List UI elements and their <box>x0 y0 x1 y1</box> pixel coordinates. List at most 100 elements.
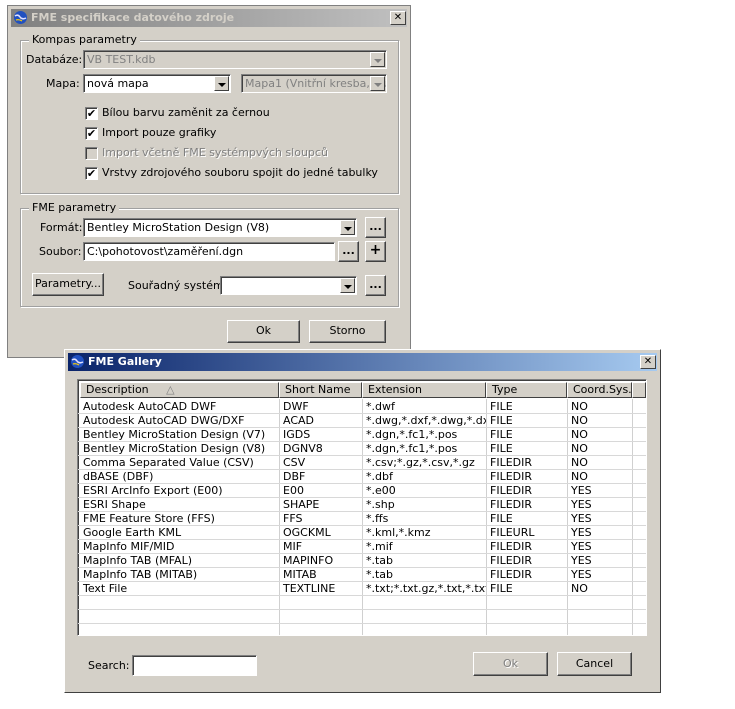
fme-gallery-dialog: FME Gallery ✕ Description △ Short Name E… <box>64 349 661 693</box>
replace-white-checkbox[interactable]: ✔ <box>85 107 98 120</box>
table-cell: Comma Separated Value (CSV) <box>83 456 254 469</box>
table-body: Autodesk AutoCAD DWF DWF *.dwf FILE NO Autode… <box>78 399 646 635</box>
file-input[interactable]: C:\pohotovost\zaměření.dgn <box>83 242 335 261</box>
table-cell: DGNV8 <box>283 442 323 455</box>
ok-button[interactable]: Ok <box>227 320 300 343</box>
table-cell: FILEDIR <box>490 540 533 553</box>
map-select[interactable]: nová mapa <box>83 74 231 93</box>
column-header-filler <box>632 382 646 398</box>
dialog-title: FME Gallery <box>88 355 162 368</box>
table-cell: TEXTLINE <box>283 582 336 595</box>
close-icon[interactable]: ✕ <box>390 11 406 25</box>
column-header-description[interactable]: Description △ <box>80 382 279 398</box>
column-header-label: Description <box>86 383 149 396</box>
coord-system-select[interactable] <box>220 276 357 295</box>
table-row[interactable]: Autodesk AutoCAD DWF DWF *.dwf FILE NO <box>78 400 646 414</box>
table-row[interactable]: FME Feature Store (FFS) FFS *.ffs FILE YES <box>78 512 646 526</box>
format-value: Bentley MicroStation Design (V8) <box>87 221 270 234</box>
table-row[interactable]: MapInfo TAB (MFAL) MAPINFO *.tab FILEDIR YES <box>78 554 646 568</box>
table-row[interactable]: dBASE (DBF) DBF *.dbf FILEDIR NO <box>78 470 646 484</box>
globe-icon <box>14 11 27 24</box>
table-cell: ESRI ArcInfo Export (E00) <box>83 484 223 497</box>
table-row[interactable]: Autodesk AutoCAD DWG/DXF ACAD *.dwg,*.dxf,… <box>78 414 646 428</box>
table-cell: *.dbf <box>366 470 393 483</box>
format-browse-button[interactable]: ... <box>365 217 386 238</box>
table-row[interactable]: Google Earth KML OGCKML *.kml,*.kmz FILEURL… <box>78 526 646 540</box>
column-header-type[interactable]: Type <box>486 382 567 398</box>
system-columns-checkbox <box>85 147 98 160</box>
table-cell: FILEDIR <box>490 568 533 581</box>
table-cell: *.e00 <box>366 484 396 497</box>
fme-spec-dialog: FME specifikace datového zdroje ✕ Kompas… <box>7 5 411 358</box>
add-file-button[interactable]: + <box>365 241 386 262</box>
table-cell: *.dwg,*.dxf,*.dwg,*.dxf <box>366 414 486 427</box>
table-row[interactable]: MapInfo MIF/MID MIF *.mif FILEDIR YES <box>78 540 646 554</box>
table-cell: Autodesk AutoCAD DWG/DXF <box>83 414 245 427</box>
table-cell: *.ffs <box>366 512 389 525</box>
table-cell: *.mif <box>366 540 393 553</box>
dialog-titlebar: FME specifikace datového zdroje ✕ <box>11 9 407 27</box>
table-cell: FILE <box>490 400 513 413</box>
group-label: Kompas parametry <box>29 33 140 46</box>
table-row[interactable]: ESRI Shape SHAPE *.shp FILEDIR YES <box>78 498 646 512</box>
coord-browse-button[interactable]: ... <box>365 275 386 296</box>
merge-layers-label: Vrstvy zdrojového souboru spojit do jedn… <box>102 166 378 179</box>
table-cell: FILEDIR <box>490 554 533 567</box>
table-cell: YES <box>571 498 592 511</box>
column-header-coord-sys[interactable]: Coord.Sys. <box>567 382 632 398</box>
table-cell: NO <box>571 414 588 427</box>
file-label: Soubor: <box>39 245 82 258</box>
table-cell: *.tab <box>366 568 394 581</box>
table-cell: NO <box>571 456 588 469</box>
column-header-short-name[interactable]: Short Name <box>279 382 362 398</box>
table-cell: ACAD <box>283 414 315 427</box>
table-cell: E00 <box>283 484 304 497</box>
cancel-button[interactable]: Cancel <box>557 652 632 676</box>
chevron-down-icon <box>370 52 385 67</box>
table-row[interactable]: MapInfo TAB (MITAB) MITAB *.tab FILEDIR YES <box>78 568 646 582</box>
search-label: Search: <box>88 659 130 672</box>
table-cell: YES <box>571 526 592 539</box>
cancel-button[interactable]: Storno <box>309 320 386 343</box>
table-cell: Autodesk AutoCAD DWF <box>83 400 217 413</box>
system-columns-label: Import včetně FME systémpvých sloupců <box>102 146 328 159</box>
column-header-extension[interactable]: Extension <box>362 382 486 398</box>
table-cell: *.dwf <box>366 400 395 413</box>
table-cell: *.kml,*.kmz <box>366 526 431 539</box>
globe-icon <box>71 355 84 368</box>
table-cell: OGCKML <box>283 526 331 539</box>
table-cell: MapInfo TAB (MFAL) <box>83 554 193 567</box>
search-input[interactable] <box>132 655 257 676</box>
table-row[interactable]: Comma Separated Value (CSV) CSV *.csv;*.gz… <box>78 456 646 470</box>
table-row[interactable]: Bentley MicroStation Design (V7) IGDS *.dg… <box>78 428 646 442</box>
table-row[interactable]: ESRI ArcInfo Export (E00) E00 *.e00 FILEDIR… <box>78 484 646 498</box>
file-browse-button[interactable]: ... <box>338 241 359 262</box>
table-cell: FILEURL <box>490 526 535 539</box>
table-cell: FILEDIR <box>490 456 533 469</box>
table-cell: NO <box>571 428 588 441</box>
graphics-only-checkbox[interactable]: ✔ <box>85 127 98 140</box>
table-cell: FILEDIR <box>490 484 533 497</box>
table-cell: NO <box>571 470 588 483</box>
table-cell: CSV <box>283 456 306 469</box>
format-table[interactable]: Description △ Short Name Extension Type … <box>77 379 647 636</box>
graphics-only-label: Import pouze grafiky <box>102 126 217 139</box>
table-cell: SHAPE <box>283 498 320 511</box>
table-row[interactable]: Bentley MicroStation Design (V8) DGNV8 *.d… <box>78 442 646 456</box>
chevron-down-icon[interactable] <box>340 220 355 235</box>
merge-layers-checkbox[interactable]: ✔ <box>85 167 98 180</box>
table-cell: MapInfo MIF/MID <box>83 540 175 553</box>
dialog-title: FME specifikace datového zdroje <box>31 11 235 24</box>
table-cell: MAPINFO <box>283 554 334 567</box>
table-row[interactable]: Text File TEXTLINE *.txt;*.txt.gz,*.txt,*.… <box>78 582 646 596</box>
chevron-down-icon[interactable] <box>214 76 229 91</box>
chevron-down-icon[interactable] <box>340 278 355 293</box>
table-cell: MIF <box>283 540 303 553</box>
close-icon[interactable]: ✕ <box>640 355 656 369</box>
table-cell: FFS <box>283 512 303 525</box>
map-layer-value: Mapa1 (Vnitřní kresba, Bud <box>245 77 387 90</box>
format-select[interactable]: Bentley MicroStation Design (V8) <box>83 218 357 237</box>
parameters-button[interactable]: Parametry... <box>32 273 104 296</box>
table-cell: YES <box>571 484 592 497</box>
table-cell: YES <box>571 554 592 567</box>
